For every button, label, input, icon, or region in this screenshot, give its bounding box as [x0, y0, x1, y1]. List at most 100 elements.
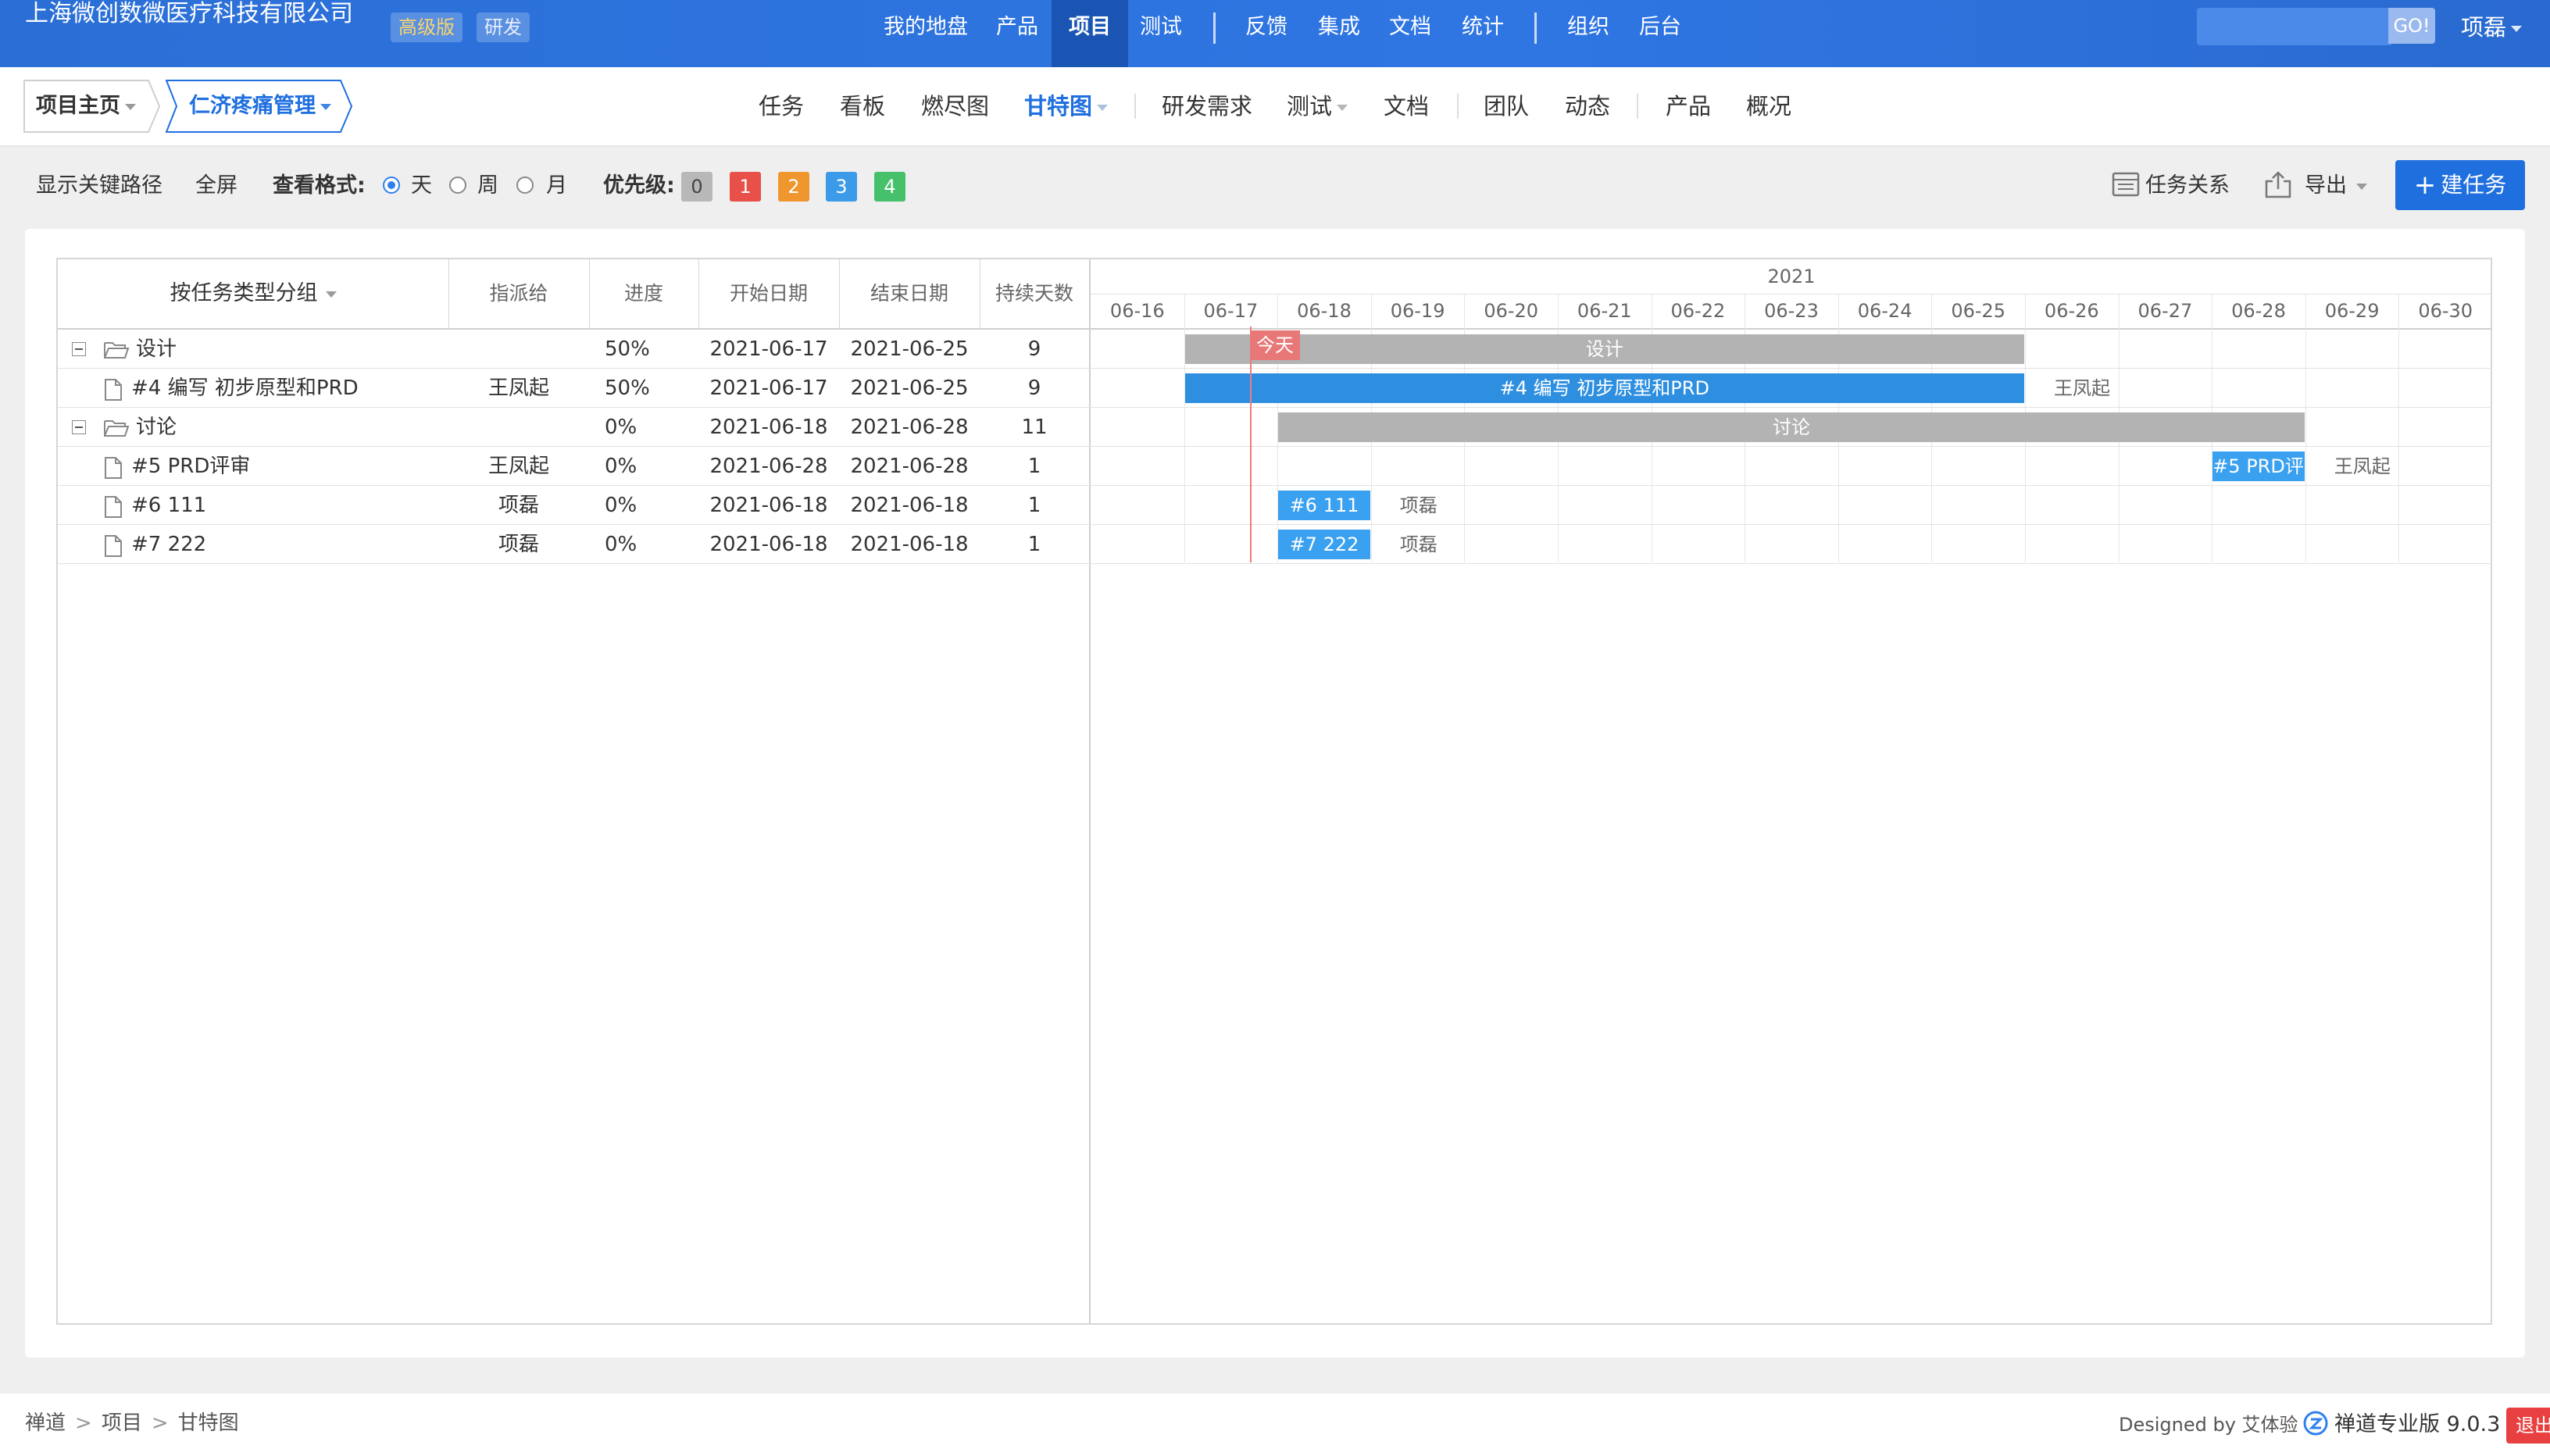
nav-admin[interactable]: 后台 — [1639, 0, 1681, 67]
task-end-date: 2021-06-28 — [850, 416, 969, 439]
file-icon — [103, 534, 123, 561]
view-month-radio[interactable] — [516, 177, 534, 194]
footer-crumb-gantt[interactable]: 甘特图 — [178, 1411, 239, 1435]
task-progress: 0% — [605, 416, 638, 439]
task-name[interactable]: #6 111 — [131, 486, 206, 525]
tab-burndown[interactable]: 燃尽图 — [921, 67, 989, 145]
tab-test[interactable]: 测试 — [1287, 67, 1348, 145]
gantt-task-bar[interactable]: #5 PRD评审 — [2212, 451, 2305, 481]
grid-timeline-divider[interactable] — [1089, 259, 1091, 1323]
task-end-date: 2021-06-25 — [850, 376, 969, 400]
chevron-down-icon — [125, 103, 136, 110]
tab-product[interactable]: 产品 — [1666, 67, 1711, 145]
view-week-radio[interactable] — [449, 177, 466, 194]
priority-4-badge[interactable]: 4 — [874, 172, 905, 202]
fullscreen-button[interactable]: 全屏 — [195, 162, 238, 209]
nav-project[interactable]: 项目 — [1052, 0, 1128, 67]
brand-version[interactable]: 禅道专业版 9.0.3 — [2303, 1394, 2500, 1456]
designed-by[interactable]: Designed by 艾体验 — [2119, 1394, 2298, 1456]
timeline-day-label: 06-25 — [1951, 300, 2006, 322]
view-week-label[interactable]: 周 — [477, 162, 498, 209]
tab-gantt[interactable]: 甘特图 — [1024, 67, 1109, 145]
task-group-name[interactable]: 设计 — [136, 330, 177, 369]
nav-org[interactable]: 组织 — [1567, 0, 1609, 67]
task-start-date: 2021-06-18 — [709, 494, 828, 517]
tab-kanban[interactable]: 看板 — [840, 67, 885, 145]
task-duration: 9 — [1027, 376, 1041, 400]
view-day-label[interactable]: 天 — [411, 162, 432, 209]
tab-requirements[interactable]: 研发需求 — [1162, 67, 1252, 145]
user-name: 项磊 — [2461, 14, 2507, 41]
task-name[interactable]: #4 编写 初步原型和PRD — [131, 369, 359, 408]
nav-docs[interactable]: 文档 — [1389, 0, 1431, 67]
nav-product[interactable]: 产品 — [996, 0, 1038, 67]
gantt-task-bar[interactable]: #7 222 — [1278, 530, 1370, 559]
user-menu[interactable]: 项磊 — [2461, 0, 2523, 55]
priority-2-badge[interactable]: 2 — [778, 172, 809, 202]
search-button[interactable]: GO! — [2388, 8, 2435, 44]
logout-button[interactable]: 退出 — [2506, 1408, 2550, 1444]
task-relation-label[interactable]: 任务关系 — [2145, 162, 2230, 209]
gantt-bar-assignee: 王凤起 — [2334, 455, 2391, 477]
nav-stats[interactable]: 统计 — [1462, 0, 1504, 67]
task-start-date: 2021-06-18 — [709, 416, 828, 439]
view-month-label[interactable]: 月 — [546, 162, 567, 209]
tab-team[interactable]: 团队 — [1484, 67, 1529, 145]
task-relation-button[interactable] — [2112, 170, 2140, 202]
collapse-toggle-icon[interactable] — [72, 420, 86, 434]
task-duration: 11 — [1021, 416, 1048, 439]
nav-integration[interactable]: 集成 — [1318, 0, 1360, 67]
task-name[interactable]: #7 222 — [131, 525, 206, 564]
timeline-day-gridline — [2398, 294, 2400, 562]
task-assignee: 项磊 — [498, 533, 539, 556]
chevron-down-icon — [320, 103, 331, 110]
gantt-task-bar[interactable]: #6 111 — [1278, 491, 1370, 520]
nav-separator — [1534, 12, 1537, 44]
group-by-dropdown[interactable]: 按任务类型分组 — [58, 259, 448, 328]
nav-test[interactable]: 测试 — [1140, 0, 1182, 67]
gantt-bar-assignee: 项磊 — [1399, 494, 1438, 516]
company-name[interactable]: 上海微创数微医疗科技有限公司 — [25, 0, 353, 31]
file-icon — [103, 378, 123, 405]
gantt-group-bar[interactable]: 设计 — [1184, 334, 2024, 364]
mode-badge[interactable]: 研发 — [477, 12, 530, 42]
group-by-label: 按任务类型分组 — [170, 281, 318, 305]
tab-docs[interactable]: 文档 — [1384, 67, 1429, 145]
task-duration: 1 — [1027, 533, 1041, 556]
task-name[interactable]: #5 PRD评审 — [131, 447, 250, 486]
task-assignee: 项磊 — [498, 494, 539, 517]
task-group-name[interactable]: 讨论 — [136, 408, 177, 447]
nav-my-dashboard[interactable]: 我的地盘 — [884, 0, 968, 67]
tab-dynamics[interactable]: 动态 — [1565, 67, 1610, 145]
footer-crumb-home[interactable]: 禅道 — [25, 1411, 66, 1435]
task-start-date: 2021-06-18 — [709, 533, 828, 556]
brand-text: 禅道专业版 9.0.3 — [2334, 1412, 2501, 1436]
priority-1-badge[interactable]: 1 — [730, 172, 761, 202]
tab-overview[interactable]: 概况 — [1746, 67, 1791, 145]
tab-tasks[interactable]: 任务 — [759, 67, 804, 145]
breadcrumb-project-home[interactable]: 项目主页 — [23, 80, 160, 133]
breadcrumb-separator: > — [75, 1411, 92, 1435]
task-progress: 0% — [605, 455, 638, 478]
tab-separator — [1457, 94, 1459, 119]
gantt-task-bar[interactable]: #4 编写 初步原型和PRD — [1184, 373, 2024, 403]
view-day-radio[interactable] — [383, 177, 400, 194]
task-duration: 1 — [1027, 494, 1041, 517]
search-input[interactable] — [2197, 8, 2391, 45]
timeline-day-label: 06-20 — [1484, 300, 1539, 322]
chevron-down-icon — [1097, 105, 1109, 111]
today-marker-line — [1250, 327, 1252, 562]
task-progress: 50% — [605, 376, 650, 400]
export-button[interactable] — [2263, 170, 2293, 203]
timeline-year: 2021 — [1767, 266, 1816, 287]
nav-feedback[interactable]: 反馈 — [1245, 0, 1288, 67]
breadcrumb-project[interactable]: 仁济疼痛管理 — [166, 80, 353, 133]
gantt-group-bar[interactable]: 讨论 — [1278, 412, 2305, 442]
toggle-critical-path[interactable]: 显示关键路径 — [36, 162, 162, 209]
export-label[interactable]: 导出 — [2305, 162, 2367, 209]
create-task-button[interactable]: + 建任务 — [2395, 160, 2525, 210]
footer-crumb-project[interactable]: 项目 — [102, 1411, 142, 1435]
collapse-toggle-icon[interactable] — [72, 342, 86, 356]
priority-3-badge[interactable]: 3 — [826, 172, 857, 202]
priority-0-badge[interactable]: 0 — [681, 172, 712, 202]
